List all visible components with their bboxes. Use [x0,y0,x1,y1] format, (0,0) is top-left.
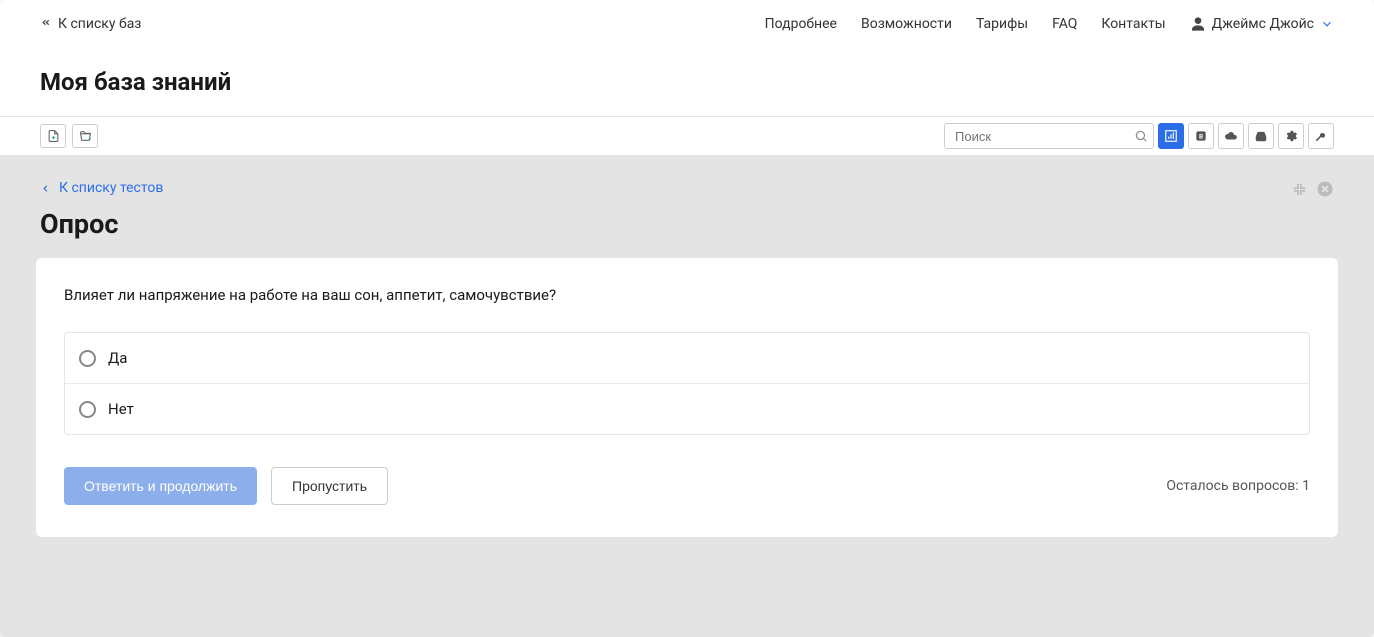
nav-faq[interactable]: FAQ [1052,16,1077,32]
back-to-bases-link[interactable]: К списку баз [40,16,141,32]
question-card: Влияет ли напряжение на работе на ваш со… [36,258,1338,537]
options-box: Да Нет [64,332,1310,435]
nav-more[interactable]: Подробнее [765,16,837,32]
stats-button[interactable] [1158,123,1184,149]
nav-features[interactable]: Возможности [861,16,952,32]
svg-text:B: B [1199,132,1203,140]
minimize-icon [1291,181,1308,198]
settings-button[interactable] [1278,123,1304,149]
search-icon [1134,129,1148,143]
user-name-label: Джеймс Джойс [1212,16,1314,32]
option-no[interactable]: Нет [65,383,1309,434]
folder-open-icon [78,130,93,143]
blog-button[interactable]: B [1188,123,1214,149]
close-button[interactable] [1316,180,1334,202]
close-icon [1316,180,1334,198]
kb-title: Моя база знаний [40,68,1334,96]
questions-left-label: Осталось вопросов: 1 [1166,478,1310,494]
nav-tariffs[interactable]: Тарифы [976,16,1028,32]
search-wrapper [944,123,1154,149]
minimize-button[interactable] [1291,181,1308,202]
chevron-left-icon [40,183,51,194]
answer-continue-button[interactable]: Ответить и продолжить [64,467,257,505]
gear-icon [1284,129,1298,143]
survey-title: Опрос [18,208,1356,258]
skip-button[interactable]: Пропустить [271,467,388,505]
inbox-button[interactable] [1248,123,1274,149]
new-file-button[interactable] [40,124,66,148]
option-yes[interactable]: Да [65,333,1309,383]
user-menu[interactable]: Джеймс Джойс [1190,16,1334,32]
blog-icon: B [1194,129,1208,143]
search-input[interactable] [944,123,1154,149]
chevron-down-icon [1320,17,1334,31]
key-button[interactable] [1308,123,1334,149]
cloud-icon [1224,129,1238,143]
user-icon [1190,16,1206,32]
nav-contacts[interactable]: Контакты [1101,16,1165,32]
radio-icon [79,401,96,418]
inbox-icon [1254,129,1268,143]
chart-icon [1164,129,1178,143]
file-plus-icon [47,129,60,143]
option-label: Нет [108,400,134,418]
back-to-tests-link[interactable]: К списку тестов [40,180,163,196]
question-text: Влияет ли напряжение на работе на ваш со… [64,286,1310,304]
cloud-button[interactable] [1218,123,1244,149]
chevrons-left-icon [40,17,52,32]
key-icon [1314,129,1328,143]
option-label: Да [108,349,127,367]
back-to-tests-label: К списку тестов [59,180,163,196]
radio-icon [79,350,96,367]
open-folder-button[interactable] [72,124,98,148]
back-to-bases-label: К списку баз [58,16,141,32]
